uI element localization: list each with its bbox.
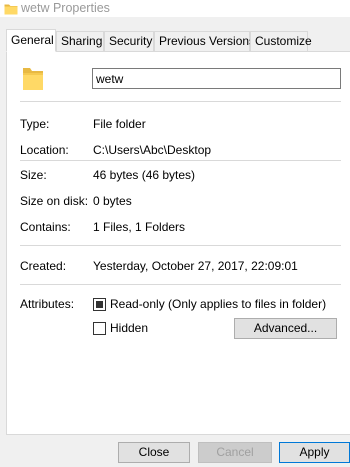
apply-button[interactable]: Apply <box>279 442 350 463</box>
tab-general[interactable]: General <box>6 29 56 52</box>
tab-previous-versions[interactable]: Previous Versions <box>154 31 255 51</box>
attributes-label: Attributes: <box>20 297 75 311</box>
created-value: Yesterday, October 27, 2017, 22:09:01 <box>93 259 298 273</box>
divider <box>20 245 341 246</box>
divider <box>20 101 341 102</box>
tab-sharing[interactable]: Sharing <box>56 31 104 51</box>
tab-label: Customize <box>255 34 312 48</box>
readonly-label[interactable]: Read-only (Only applies to files in fold… <box>110 297 326 312</box>
divider <box>20 284 341 285</box>
type-value: File folder <box>93 117 146 131</box>
tab-label: Previous Versions <box>159 34 256 48</box>
size-label: Size: <box>20 168 47 182</box>
general-tab-panel <box>6 51 350 435</box>
title-bar: wetw Properties <box>0 0 350 17</box>
tab-customize[interactable]: Customize <box>250 31 312 51</box>
folder-name-input[interactable] <box>92 68 341 89</box>
divider <box>20 160 341 161</box>
readonly-checkbox[interactable] <box>93 298 106 311</box>
folder-icon <box>4 4 18 15</box>
close-button[interactable]: Close <box>118 442 190 463</box>
advanced-button[interactable]: Advanced... <box>234 318 337 339</box>
tab-label: Security <box>109 34 153 48</box>
location-label: Location: <box>20 143 69 157</box>
hidden-checkbox[interactable] <box>93 322 106 335</box>
hidden-label[interactable]: Hidden <box>110 321 148 336</box>
contains-label: Contains: <box>20 220 71 234</box>
cancel-button[interactable]: Cancel <box>198 442 272 463</box>
size-on-disk-label: Size on disk: <box>20 194 89 208</box>
size-on-disk-value: 0 bytes <box>93 194 132 208</box>
type-label: Type: <box>20 117 50 131</box>
created-label: Created: <box>20 259 67 273</box>
contains-value: 1 Files, 1 Folders <box>93 220 186 234</box>
location-value: C:\Users\Abc\Desktop <box>93 143 212 157</box>
tab-label: General <box>11 33 54 47</box>
window-title: wetw Properties <box>21 1 110 15</box>
folder-icon <box>23 68 43 90</box>
size-value: 46 bytes (46 bytes) <box>93 168 196 182</box>
tab-label: Sharing <box>61 34 103 48</box>
tab-security[interactable]: Security <box>104 31 154 51</box>
